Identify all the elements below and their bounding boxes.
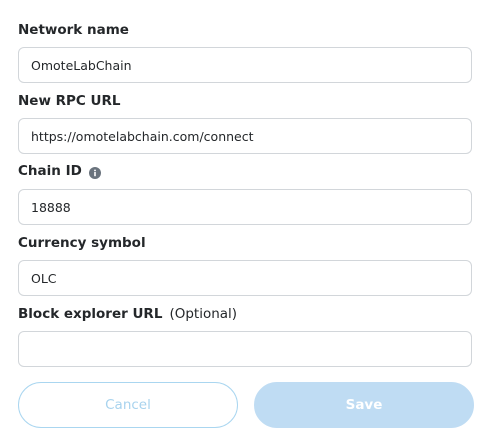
- rpc-url-label-text: New RPC URL: [18, 93, 121, 109]
- currency-symbol-label: Currency symbol: [18, 233, 146, 253]
- currency-symbol-label-text: Currency symbol: [18, 235, 146, 251]
- cancel-button-label: Cancel: [105, 397, 151, 413]
- save-button[interactable]: Save: [254, 382, 474, 428]
- chain-id-label-text: Chain ID: [18, 163, 82, 179]
- network-name-label: Network name: [18, 20, 129, 40]
- network-name-label-text: Network name: [18, 22, 129, 38]
- block-explorer-label: Block explorer URL (Optional): [18, 304, 237, 324]
- info-icon[interactable]: [88, 165, 101, 179]
- block-explorer-input[interactable]: [18, 331, 472, 367]
- chain-id-input[interactable]: [18, 189, 472, 225]
- rpc-url-input[interactable]: [18, 118, 472, 154]
- optional-hint: (Optional): [169, 306, 238, 322]
- rpc-url-label: New RPC URL: [18, 91, 120, 111]
- chain-id-label: Chain ID: [18, 161, 101, 181]
- currency-symbol-input[interactable]: [18, 260, 472, 296]
- network-name-input[interactable]: [18, 47, 472, 83]
- block-explorer-label-text: Block explorer URL: [18, 306, 163, 322]
- save-button-label: Save: [345, 397, 383, 413]
- cancel-button[interactable]: Cancel: [18, 382, 238, 428]
